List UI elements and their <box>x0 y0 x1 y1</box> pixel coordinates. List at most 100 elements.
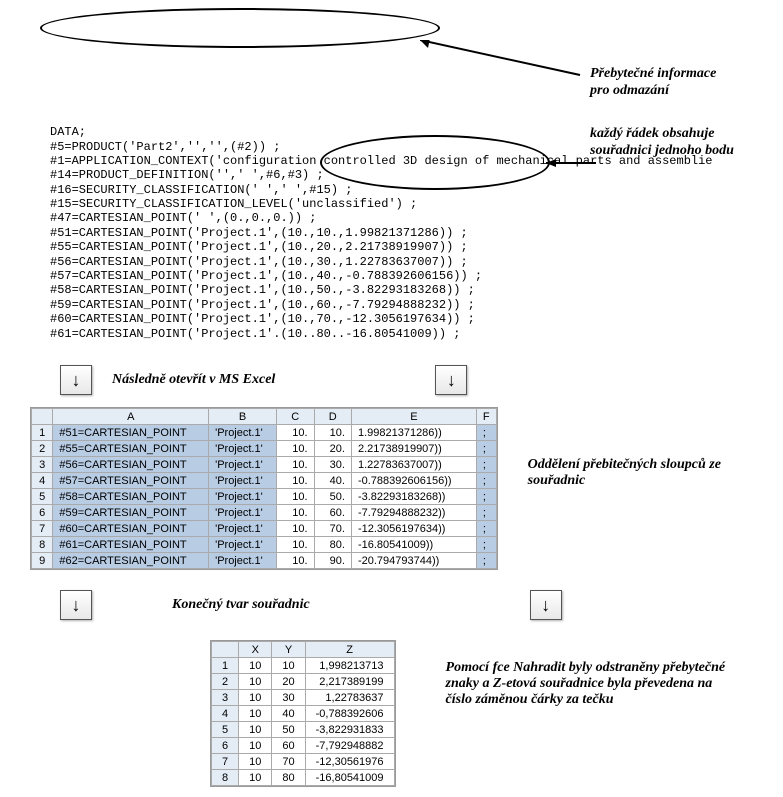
cell[interactable]: 2,217389199 <box>305 674 394 690</box>
cell[interactable]: #57=CARTESIAN_POINT <box>53 473 209 489</box>
cell[interactable]: 'Project.1' <box>209 457 277 473</box>
cell[interactable]: -7,792948882 <box>305 738 394 754</box>
cell[interactable]: ; <box>476 489 496 505</box>
cell[interactable]: 10 <box>239 690 272 706</box>
col-header[interactable]: C <box>277 409 314 425</box>
arrow-down-button[interactable]: ↓ <box>60 365 92 395</box>
cell[interactable]: 10 <box>239 754 272 770</box>
cell[interactable]: 60 <box>272 738 305 754</box>
cell[interactable]: 10 <box>239 722 272 738</box>
table-row[interactable]: 9#62=CARTESIAN_POINT'Project.1'10.90.-20… <box>32 553 497 569</box>
cell[interactable]: ; <box>476 457 496 473</box>
row-header[interactable]: 6 <box>212 738 239 754</box>
row-header[interactable]: 3 <box>32 457 53 473</box>
cell[interactable]: 10. <box>277 521 314 537</box>
cell[interactable]: 'Project.1' <box>209 425 277 441</box>
cell[interactable]: ; <box>476 521 496 537</box>
cell[interactable]: 50 <box>272 722 305 738</box>
arrow-down-button[interactable]: ↓ <box>435 365 467 395</box>
cell[interactable]: 50. <box>314 489 351 505</box>
cell[interactable]: -20.794793744)) <box>351 553 476 569</box>
cell[interactable]: 10 <box>239 674 272 690</box>
cell[interactable]: 10 <box>239 770 272 786</box>
cell[interactable]: -7.79294888232)) <box>351 505 476 521</box>
cell[interactable]: #60=CARTESIAN_POINT <box>53 521 209 537</box>
table-row[interactable]: 3#56=CARTESIAN_POINT'Project.1'10.30.1.2… <box>32 457 497 473</box>
arrow-down-button[interactable]: ↓ <box>60 590 92 620</box>
col-header[interactable]: Z <box>305 642 394 658</box>
row-header[interactable]: 4 <box>32 473 53 489</box>
cell[interactable]: -3,822931833 <box>305 722 394 738</box>
cell[interactable]: 'Project.1' <box>209 473 277 489</box>
cell[interactable]: 1,998213713 <box>305 658 394 674</box>
cell[interactable]: ; <box>476 441 496 457</box>
cell[interactable]: -3.82293183268)) <box>351 489 476 505</box>
cell[interactable]: 1,22783637 <box>305 690 394 706</box>
cell[interactable]: 1.99821371286)) <box>351 425 476 441</box>
table-row[interactable]: 51050-3,822931833 <box>212 722 395 738</box>
col-header[interactable]: D <box>314 409 351 425</box>
cell[interactable]: ; <box>476 425 496 441</box>
cell[interactable]: 'Project.1' <box>209 553 277 569</box>
cell[interactable]: 'Project.1' <box>209 489 277 505</box>
arrow-down-button[interactable]: ↓ <box>530 590 562 620</box>
row-header[interactable]: 1 <box>212 658 239 674</box>
row-header[interactable]: 5 <box>212 722 239 738</box>
cell[interactable]: 30 <box>272 690 305 706</box>
table-row[interactable]: 4#57=CARTESIAN_POINT'Project.1'10.40.-0.… <box>32 473 497 489</box>
cell[interactable]: #59=CARTESIAN_POINT <box>53 505 209 521</box>
table-row[interactable]: 8#61=CARTESIAN_POINT'Project.1'10.80.-16… <box>32 537 497 553</box>
cell[interactable]: 10 <box>272 658 305 674</box>
row-header[interactable]: 7 <box>32 521 53 537</box>
cell[interactable]: ; <box>476 553 496 569</box>
table-row[interactable]: 2#55=CARTESIAN_POINT'Project.1'10.20.2.2… <box>32 441 497 457</box>
cell[interactable]: 40. <box>314 473 351 489</box>
col-header[interactable]: F <box>476 409 496 425</box>
row-header[interactable]: 2 <box>212 674 239 690</box>
col-header[interactable]: E <box>351 409 476 425</box>
cell[interactable]: 10 <box>239 658 272 674</box>
cell[interactable]: 60. <box>314 505 351 521</box>
table-row[interactable]: 1#51=CARTESIAN_POINT'Project.1'10.10.1.9… <box>32 425 497 441</box>
table-row[interactable]: 61060-7,792948882 <box>212 738 395 754</box>
cell[interactable]: 'Project.1' <box>209 537 277 553</box>
cell[interactable]: 10. <box>277 505 314 521</box>
table-row[interactable]: 81080-16,80541009 <box>212 770 395 786</box>
table-row[interactable]: 7#60=CARTESIAN_POINT'Project.1'10.70.-12… <box>32 521 497 537</box>
row-header[interactable]: 3 <box>212 690 239 706</box>
col-header[interactable]: A <box>53 409 209 425</box>
row-header[interactable]: 2 <box>32 441 53 457</box>
cell[interactable]: 30. <box>314 457 351 473</box>
cell[interactable]: 'Project.1' <box>209 505 277 521</box>
cell[interactable]: #58=CARTESIAN_POINT <box>53 489 209 505</box>
cell[interactable]: -0.788392606156)) <box>351 473 476 489</box>
row-header[interactable]: 1 <box>32 425 53 441</box>
cell[interactable]: 90. <box>314 553 351 569</box>
row-header[interactable]: 5 <box>32 489 53 505</box>
cell[interactable]: -0,788392606 <box>305 706 394 722</box>
cell[interactable]: 10. <box>277 473 314 489</box>
cell[interactable]: 10. <box>277 457 314 473</box>
table-row[interactable]: 41040-0,788392606 <box>212 706 395 722</box>
cell[interactable]: 40 <box>272 706 305 722</box>
cell[interactable]: 'Project.1' <box>209 441 277 457</box>
col-header[interactable]: B <box>209 409 277 425</box>
row-header[interactable]: 8 <box>32 537 53 553</box>
table-row[interactable]: 110101,998213713 <box>212 658 395 674</box>
cell[interactable]: ; <box>476 473 496 489</box>
cell[interactable]: 80. <box>314 537 351 553</box>
cell[interactable]: #62=CARTESIAN_POINT <box>53 553 209 569</box>
row-header[interactable]: 4 <box>212 706 239 722</box>
cell[interactable]: 10. <box>277 425 314 441</box>
cell[interactable]: #56=CARTESIAN_POINT <box>53 457 209 473</box>
table-row[interactable]: 210202,217389199 <box>212 674 395 690</box>
cell[interactable]: ; <box>476 505 496 521</box>
row-header[interactable]: 6 <box>32 505 53 521</box>
table-row[interactable]: 71070-12,30561976 <box>212 754 395 770</box>
cell[interactable]: -16.80541009)) <box>351 537 476 553</box>
cell[interactable]: 10. <box>277 441 314 457</box>
cell[interactable]: 'Project.1' <box>209 521 277 537</box>
cell[interactable]: 10 <box>239 738 272 754</box>
cell[interactable]: 70. <box>314 521 351 537</box>
row-header[interactable]: 7 <box>212 754 239 770</box>
